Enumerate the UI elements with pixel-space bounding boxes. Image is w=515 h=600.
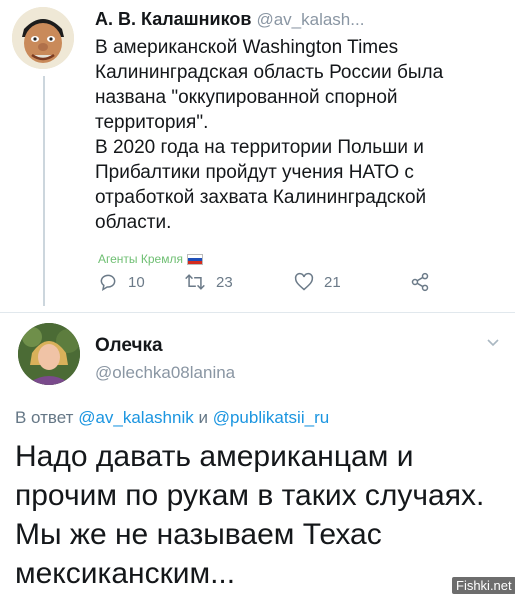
author-name[interactable]: Олечка [95,335,163,357]
reply-count: 10 [128,273,145,291]
profile-photo-icon [18,323,80,385]
reply-handle-link[interactable]: @publikatsii_ru [213,408,329,427]
chevron-down-icon[interactable] [486,338,500,348]
site-watermark: Fishki.net [452,577,515,594]
thread-connector-line [43,76,45,306]
like-count: 21 [324,273,341,291]
tweet-text: В американской Washington Times Калининг… [95,35,505,235]
avatar[interactable] [12,7,74,69]
reply-context: В ответ @av_kalashnik и @publikatsii_ru [15,408,329,428]
tweet-header: А. В. Калашников @av_kalash... [95,9,364,30]
watermark-text: Агенты Кремля [98,252,183,266]
tweet-divider [0,312,515,313]
like-button[interactable]: 21 [294,272,341,292]
share-button[interactable] [410,272,430,292]
tweet-actions: 10 23 21 [98,272,448,294]
tweet-paragraph: В американской Washington Times Калининг… [95,37,444,133]
author-handle[interactable]: @olechka08lanina [95,363,235,383]
share-icon [411,272,429,292]
author-name[interactable]: А. В. Калашников [95,9,251,29]
avatar[interactable] [18,323,80,385]
reply-button[interactable]: 10 [98,272,145,292]
like-icon [294,272,314,291]
russian-flag-icon [186,253,203,265]
reply-handle-link[interactable]: @av_kalashnik [78,408,194,427]
reply-icon [100,274,116,292]
retweet-button[interactable]: 23 [184,272,233,292]
tweet-paragraph: В 2020 года на территории Польши и Приба… [95,137,427,233]
author-handle[interactable]: @av_kalash... [256,10,364,29]
reply-conjunction: и [198,408,208,427]
channel-watermark: Агенты Кремля [98,252,203,266]
reply-prefix: В ответ [15,408,74,427]
caricature-avatar-icon [12,7,74,69]
tweet-text: Надо давать американцам и прочим по рука… [15,440,485,590]
retweet-count: 23 [216,273,233,291]
retweet-icon [185,274,205,290]
